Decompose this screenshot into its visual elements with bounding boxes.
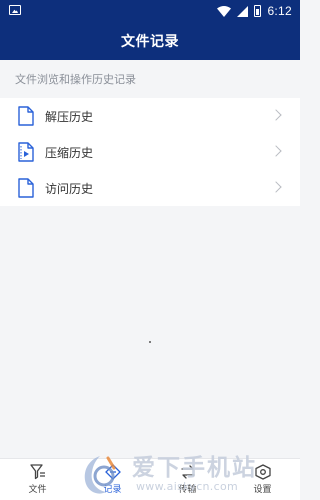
app-header: 文件记录 <box>0 22 300 60</box>
tab-transfer[interactable]: 传输 <box>150 459 225 500</box>
section-hint: 文件浏览和操作历史记录 <box>15 73 136 86</box>
history-item-extract[interactable]: 解压历史 <box>0 98 300 134</box>
history-item-visit[interactable]: 访问历史 <box>0 170 300 206</box>
history-item-compress[interactable]: 压缩历史 <box>0 134 300 170</box>
status-time: 6:12 <box>267 4 292 18</box>
bottom-nav: 文件 记录 传输 设置 <box>0 458 300 500</box>
image-notification-icon <box>9 5 21 15</box>
signal-icon <box>237 5 249 17</box>
tab-label: 设置 <box>253 485 272 495</box>
history-list: 解压历史 压缩历史 访问历史 <box>0 98 300 206</box>
file-filter-icon <box>29 464 45 480</box>
tab-label: 传输 <box>178 485 197 495</box>
tab-settings[interactable]: 设置 <box>225 459 300 500</box>
page-title: 文件记录 <box>121 34 179 50</box>
center-dot <box>149 341 151 343</box>
status-icons: 6:12 <box>217 3 292 19</box>
tab-records[interactable]: 记录 <box>75 459 150 500</box>
history-item-label: 解压历史 <box>45 109 94 124</box>
media-document-icon <box>18 142 34 162</box>
chevron-right-icon <box>270 145 282 157</box>
tab-label: 文件 <box>28 485 47 495</box>
history-item-label: 压缩历史 <box>45 145 94 160</box>
wifi-icon <box>217 5 232 17</box>
status-bar: 6:12 <box>0 0 300 22</box>
record-icon <box>104 464 121 480</box>
transfer-icon <box>180 465 195 479</box>
battery-icon <box>254 5 262 17</box>
settings-icon <box>254 464 271 480</box>
tab-label: 记录 <box>103 485 122 495</box>
history-item-label: 访问历史 <box>45 181 94 196</box>
chevron-right-icon <box>270 109 282 121</box>
document-icon <box>18 106 34 126</box>
document-icon <box>18 178 34 198</box>
chevron-right-icon <box>270 181 282 193</box>
tab-files[interactable]: 文件 <box>0 459 75 500</box>
